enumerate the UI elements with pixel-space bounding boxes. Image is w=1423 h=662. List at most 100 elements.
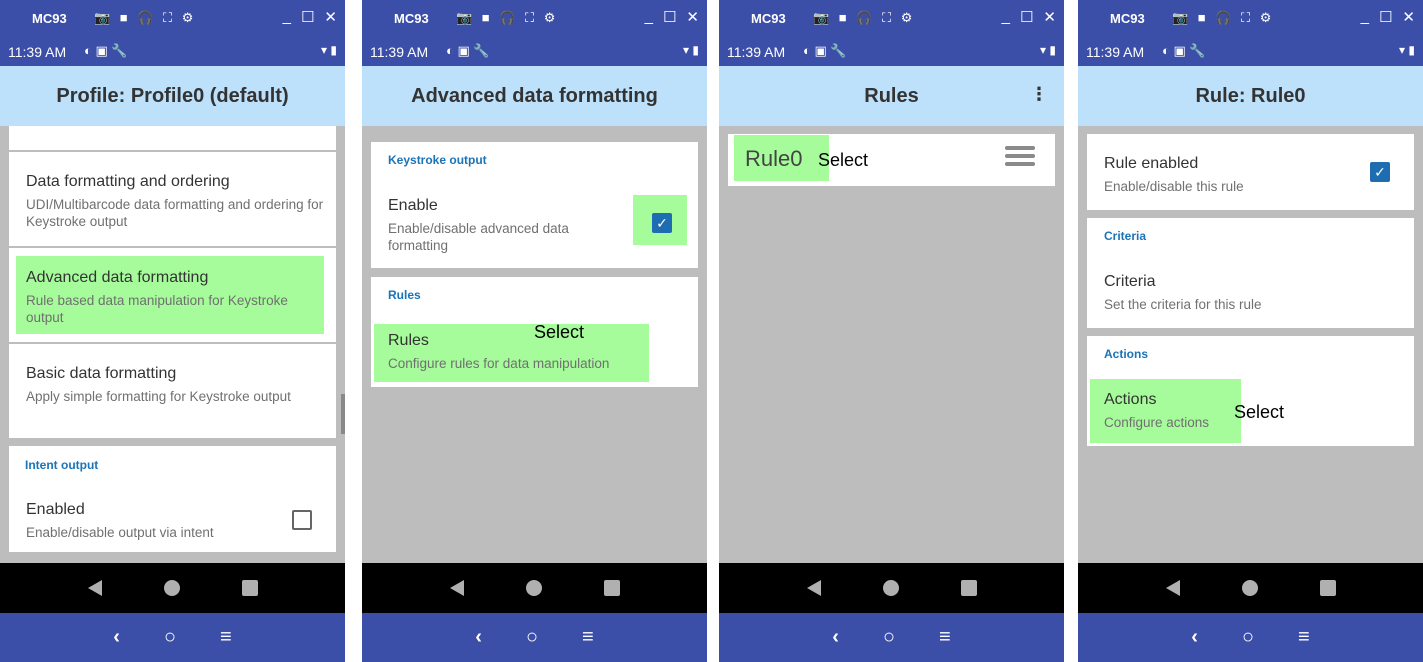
list-item-basic-data-formatting[interactable]: Basic data formatting Apply simple forma… bbox=[9, 344, 336, 438]
list-item-advanced-data-formatting[interactable]: Advanced data formatting Rule based data… bbox=[9, 248, 336, 342]
rule-enabled-item[interactable]: Rule enabled Enable/disable this rule ✓ bbox=[1087, 134, 1414, 210]
android-nav-bar bbox=[719, 563, 1064, 613]
minimize-icon[interactable]: _ bbox=[645, 8, 653, 26]
item-subtitle: Enable/disable this rule bbox=[1104, 179, 1244, 194]
emulator-tool-icons[interactable]: 📷 ■ 🎧 ⛶ ⚙ bbox=[456, 10, 558, 26]
back-icon[interactable] bbox=[806, 580, 821, 596]
keystroke-output-section: Keystroke output Enable Enable/disable a… bbox=[371, 142, 698, 268]
close-icon[interactable]: ✕ bbox=[686, 8, 699, 26]
minimize-icon[interactable]: _ bbox=[1002, 8, 1010, 26]
rule-name: Rule0 bbox=[745, 146, 803, 171]
section-header: Intent output bbox=[25, 458, 99, 472]
host-nav-bar: ‹ ○ ≡ bbox=[719, 613, 1064, 662]
status-time: 11:39 AM bbox=[8, 44, 67, 60]
back-icon[interactable] bbox=[1165, 580, 1180, 596]
maximize-icon[interactable]: ☐ bbox=[1020, 8, 1033, 26]
maximize-icon[interactable]: ☐ bbox=[663, 8, 676, 26]
select-annotation: Select bbox=[534, 322, 585, 342]
rule-enabled-checkbox[interactable]: ✓ bbox=[1370, 162, 1390, 182]
home-icon[interactable] bbox=[525, 580, 542, 596]
intent-output-section: Intent output Enabled Enable/disable out… bbox=[9, 446, 336, 552]
emulator-tool-icons[interactable]: 📷 ■ 🎧 ⛶ ⚙ bbox=[1172, 10, 1274, 26]
item-title: Data formatting and ordering bbox=[26, 173, 230, 190]
actions-section: Actions Actions Configure actions Select bbox=[1087, 336, 1414, 446]
status-bar: 11:39 AM ◐ ▣ 🔧 ▾ ▮ bbox=[719, 38, 1064, 66]
host-home-icon[interactable]: ○ bbox=[526, 626, 538, 649]
maximize-icon[interactable]: ☐ bbox=[1379, 8, 1392, 26]
host-nav-bar: ‹ ○ ≡ bbox=[362, 613, 707, 662]
scrollbar[interactable] bbox=[341, 394, 345, 434]
emulator-titlebar: MC93 📷 ■ 🎧 ⛶ ⚙ _ ☐ ✕ bbox=[719, 0, 1064, 38]
emulator-titlebar: MC93 📷 ■ 🎧 ⛶ ⚙ _ ☐ ✕ bbox=[1078, 0, 1423, 38]
host-back-icon[interactable]: ‹ bbox=[1191, 626, 1198, 649]
item-title: Criteria bbox=[1104, 273, 1156, 290]
screen-rules: MC93 📷 ■ 🎧 ⛶ ⚙ _ ☐ ✕ 11:39 AM ◐ ▣ 🔧 ▾ ▮ … bbox=[719, 0, 1064, 662]
wifi-battery-icon: ▾ ▮ bbox=[683, 43, 699, 57]
overflow-menu-icon[interactable]: ⋮ bbox=[1030, 84, 1048, 105]
page-title: Rules ⋮ bbox=[719, 66, 1064, 126]
emulator-titlebar: MC93 📷 ■ 🎧 ⛶ ⚙ _ ☐ ✕ bbox=[0, 0, 345, 38]
status-icons: ◐ ▣ 🔧 bbox=[446, 43, 490, 58]
host-back-icon[interactable]: ‹ bbox=[113, 626, 120, 649]
recent-apps-icon[interactable] bbox=[960, 580, 977, 596]
item-title: Advanced data formatting bbox=[26, 269, 209, 286]
back-icon[interactable] bbox=[87, 580, 102, 596]
list-item[interactable] bbox=[9, 126, 336, 150]
item-subtitle: Apply simple formatting for Keystroke ou… bbox=[26, 389, 291, 404]
close-icon[interactable]: ✕ bbox=[324, 8, 337, 26]
section-header: Criteria bbox=[1104, 229, 1147, 243]
home-icon[interactable] bbox=[1241, 580, 1258, 596]
section-header: Rules bbox=[388, 288, 421, 302]
item-title: Basic data formatting bbox=[26, 365, 177, 382]
host-back-icon[interactable]: ‹ bbox=[832, 626, 839, 649]
recent-apps-icon[interactable] bbox=[241, 580, 258, 596]
enable-checkbox[interactable]: ✓ bbox=[652, 213, 672, 233]
android-nav-bar bbox=[362, 563, 707, 613]
drag-handle-icon[interactable] bbox=[1005, 146, 1035, 170]
item-title: Enabled bbox=[26, 501, 85, 518]
status-time: 11:39 AM bbox=[1086, 44, 1145, 60]
host-menu-icon[interactable]: ≡ bbox=[939, 626, 951, 649]
select-annotation: Select bbox=[1234, 402, 1285, 422]
host-menu-icon[interactable]: ≡ bbox=[220, 626, 232, 649]
host-back-icon[interactable]: ‹ bbox=[475, 626, 482, 649]
host-home-icon[interactable]: ○ bbox=[164, 626, 176, 649]
back-icon[interactable] bbox=[449, 580, 464, 596]
host-home-icon[interactable]: ○ bbox=[883, 626, 895, 649]
intent-enabled-item[interactable]: Enabled Enable/disable output via intent bbox=[26, 500, 276, 541]
home-icon[interactable] bbox=[882, 580, 899, 596]
status-icons: ◐ ▣ 🔧 bbox=[1162, 43, 1206, 58]
minimize-icon[interactable]: _ bbox=[1361, 8, 1369, 26]
host-home-icon[interactable]: ○ bbox=[1242, 626, 1254, 649]
device-name: MC93 bbox=[394, 11, 429, 26]
rule-row[interactable]: Rule0 Select bbox=[728, 134, 1055, 186]
minimize-icon[interactable]: _ bbox=[283, 8, 291, 26]
recent-apps-icon[interactable] bbox=[603, 580, 620, 596]
host-menu-icon[interactable]: ≡ bbox=[582, 626, 594, 649]
recent-apps-icon[interactable] bbox=[1319, 580, 1336, 596]
section-header: Keystroke output bbox=[388, 153, 487, 167]
home-icon[interactable] bbox=[163, 580, 180, 596]
close-icon[interactable]: ✕ bbox=[1043, 8, 1056, 26]
criteria-item[interactable]: Criteria Set the criteria for this rule bbox=[1104, 272, 1404, 313]
screen-advanced-data-formatting: MC93 📷 ■ 🎧 ⛶ ⚙ _ ☐ ✕ 11:39 AM ◐ ▣ 🔧 ▾ ▮ … bbox=[362, 0, 707, 662]
device-name: MC93 bbox=[32, 11, 67, 26]
settings-list: Data formatting and ordering UDI/Multiba… bbox=[0, 126, 345, 563]
intent-enabled-checkbox[interactable] bbox=[292, 510, 312, 530]
android-nav-bar bbox=[0, 563, 345, 613]
list-item-data-formatting-ordering[interactable]: Data formatting and ordering UDI/Multiba… bbox=[9, 152, 336, 246]
status-bar: 11:39 AM ◐ ▣ 🔧 ▾ ▮ bbox=[1078, 38, 1423, 66]
page-title: Profile: Profile0 (default) bbox=[0, 66, 345, 126]
emulator-tool-icons[interactable]: 📷 ■ 🎧 ⛶ ⚙ bbox=[94, 10, 196, 26]
maximize-icon[interactable]: ☐ bbox=[301, 8, 314, 26]
settings-list: Rule enabled Enable/disable this rule ✓ … bbox=[1078, 126, 1423, 563]
screen-rule-detail: MC93 📷 ■ 🎧 ⛶ ⚙ _ ☐ ✕ 11:39 AM ◐ ▣ 🔧 ▾ ▮ … bbox=[1078, 0, 1423, 662]
item-subtitle: Rule based data manipulation for Keystro… bbox=[26, 293, 288, 325]
wifi-battery-icon: ▾ ▮ bbox=[321, 43, 337, 57]
settings-list: Keystroke output Enable Enable/disable a… bbox=[362, 126, 707, 563]
emulator-tool-icons[interactable]: 📷 ■ 🎧 ⛶ ⚙ bbox=[813, 10, 915, 26]
enable-item[interactable]: Enable Enable/disable advanced data form… bbox=[388, 196, 618, 254]
page-title: Rule: Rule0 bbox=[1078, 66, 1423, 126]
host-menu-icon[interactable]: ≡ bbox=[1298, 626, 1310, 649]
close-icon[interactable]: ✕ bbox=[1402, 8, 1415, 26]
